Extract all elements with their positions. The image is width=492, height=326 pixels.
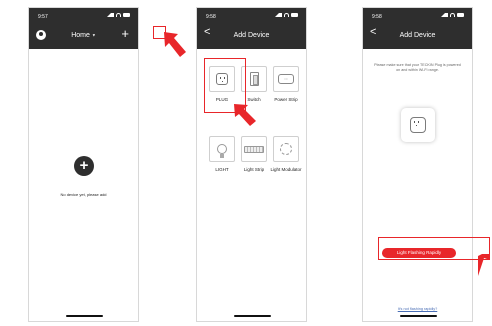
wifi-icon: [116, 13, 121, 17]
plug-icon: [216, 73, 228, 85]
device-label: LIGHT: [215, 167, 229, 172]
light-flashing-rapidly-button[interactable]: Light Flashing Rapidly: [382, 248, 456, 258]
header: 9:57 Home ▼ +: [29, 8, 138, 49]
phone-screen-plug-setup: 9:58 < Add Device Please make sure that …: [362, 7, 473, 322]
plug-illustration: [401, 108, 435, 142]
add-device-button[interactable]: +: [121, 27, 129, 40]
light-modulator-icon: [280, 143, 292, 155]
wifi-icon: [450, 13, 455, 17]
signal-icon: [275, 13, 282, 17]
plug-icon: [410, 117, 426, 133]
not-flashing-link[interactable]: It's not flashing rapidly?: [363, 307, 472, 311]
device-light-modulator-tile[interactable]: [273, 136, 299, 162]
status-icons: [441, 13, 464, 17]
signal-icon: [107, 13, 114, 17]
page-title: Add Device: [233, 32, 270, 39]
chevron-down-icon: ▼: [91, 32, 96, 38]
device-light-tile[interactable]: [209, 136, 235, 162]
power-strip-icon: :::: [278, 74, 294, 84]
device-label: Light Modulator: [270, 167, 302, 172]
status-icons: [275, 13, 298, 17]
device-switch-tile[interactable]: [241, 66, 267, 92]
bulb-icon: [217, 144, 227, 158]
home-indicator: [234, 315, 271, 317]
signal-icon: [441, 13, 448, 17]
add-device-center-button[interactable]: +: [74, 156, 94, 176]
status-time: 9:58: [206, 14, 216, 20]
light-strip-icon: [244, 145, 264, 153]
device-label: Light Strip: [243, 167, 265, 172]
home-indicator: [66, 315, 103, 317]
status-icons: [107, 13, 130, 17]
status-time: 9:57: [38, 14, 48, 20]
switch-icon: [249, 72, 259, 86]
status-time: 9:58: [372, 14, 382, 20]
empty-state-text: No device yet, please add: [60, 192, 107, 197]
battery-icon: [123, 13, 130, 17]
device-power-strip-tile[interactable]: :::: [273, 66, 299, 92]
pointer-arrow-icon: [164, 32, 186, 57]
header: 9:58 < Add Device: [197, 8, 306, 49]
page-title: Home: [71, 32, 90, 39]
device-plug-tile[interactable]: [209, 66, 235, 92]
header: 9:58 < Add Device: [363, 8, 472, 49]
device-light-strip-tile[interactable]: [241, 136, 267, 162]
phone-screen-home: 9:57 Home ▼ + + No device yet, please ad…: [28, 7, 139, 322]
pointer-arrow-icon: [234, 104, 256, 126]
battery-icon: [457, 13, 464, 17]
device-label: Power Strip: [274, 97, 298, 102]
pointer-arrow-icon: [478, 254, 490, 276]
phone-screen-add-device: 9:58 < Add Device PLUG Switch ::: Power …: [196, 7, 307, 322]
page-title: Add Device: [399, 32, 436, 39]
wifi-icon: [284, 13, 289, 17]
home-indicator: [400, 315, 437, 317]
instructions-text: Please make sure that your TECKIN Plug i…: [374, 63, 461, 73]
battery-icon: [291, 13, 298, 17]
